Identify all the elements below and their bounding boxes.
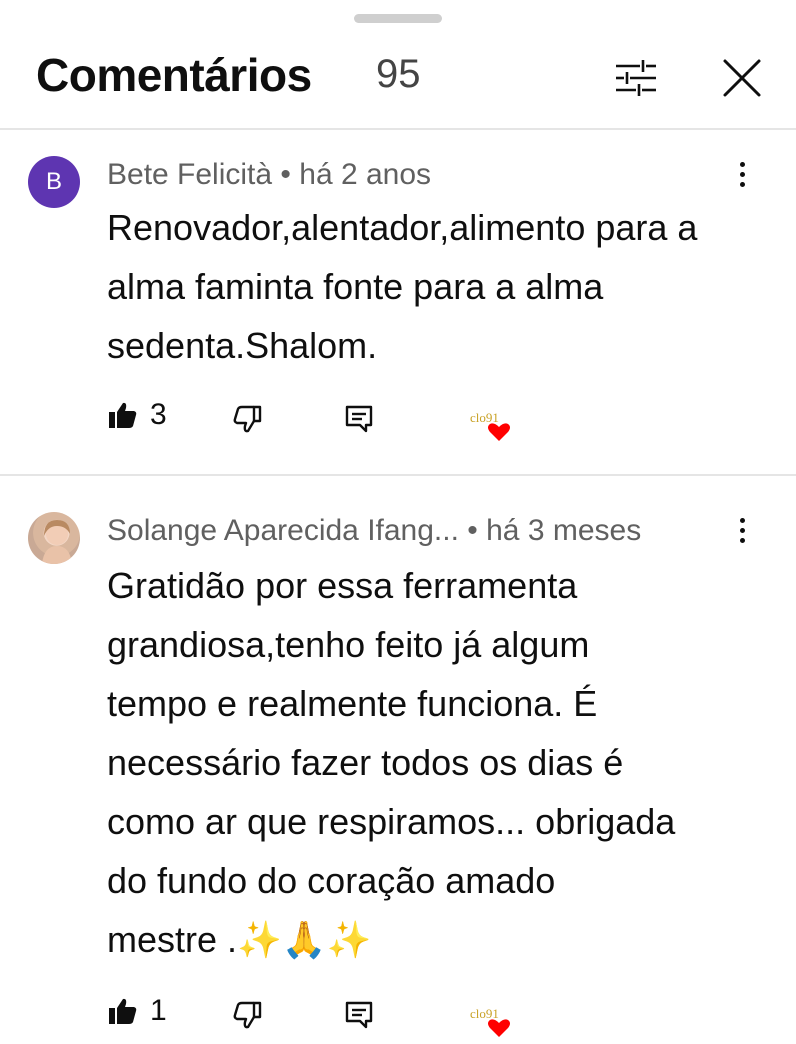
creator-heart-icon: clo91 xyxy=(470,1006,510,1037)
comment-line: Renovador,alentador,alimento para a xyxy=(107,207,698,248)
more-dot-icon xyxy=(739,171,745,177)
avatar[interactable] xyxy=(28,512,80,564)
comment-line: mestre .✨🙏✨ xyxy=(107,919,372,960)
close-button[interactable] xyxy=(714,50,770,106)
dislike-button[interactable] xyxy=(232,1000,262,1030)
comment-line: grandiosa,tenho feito já algum xyxy=(107,624,590,665)
comment-line: sedenta.Shalom. xyxy=(107,325,378,366)
comment-actions: 3 clo91 xyxy=(0,398,796,448)
comment-line: tempo e realmente funciona. É xyxy=(107,683,598,724)
more-dot-icon xyxy=(739,161,745,167)
sliders-icon xyxy=(616,60,656,96)
comment-meta: Solange Aparecida Ifang... • há 3 meses xyxy=(107,514,641,548)
header-divider xyxy=(0,128,796,130)
like-count: 3 xyxy=(150,398,167,431)
comment-line: necessário fazer todos os dias é xyxy=(107,742,624,783)
more-dot-icon xyxy=(739,537,745,543)
comment-meta: Bete Felicità • há 2 anos xyxy=(107,158,431,192)
comment-actions: 1 clo91 xyxy=(0,994,796,1044)
creator-heart-badge: clo91 xyxy=(468,1000,516,1040)
thumbs-down-icon xyxy=(233,405,262,433)
like-button[interactable]: 1 xyxy=(108,994,167,1028)
comment-time: • há 3 meses xyxy=(467,514,642,547)
comment-text: Renovador,alentador,alimento para a alma… xyxy=(107,198,767,375)
thumbs-up-icon xyxy=(109,402,137,428)
comments-sheet: Comentários 95 B Bete Felicità • há 2 an… xyxy=(0,0,796,1044)
more-dot-icon xyxy=(739,181,745,187)
creator-badge-text: clo91 xyxy=(470,410,499,425)
reply-button[interactable] xyxy=(344,1000,374,1030)
like-count: 1 xyxy=(150,994,167,1027)
creator-heart-icon: clo91 xyxy=(470,410,510,441)
creator-heart-badge: clo91 xyxy=(468,404,516,444)
avatar[interactable]: B xyxy=(28,156,80,208)
creator-badge-text: clo91 xyxy=(470,1006,499,1021)
comment-text: Gratidão por essa ferramenta grandiosa,t… xyxy=(107,556,767,969)
comment-time: • há 2 anos xyxy=(280,158,432,191)
more-dot-icon xyxy=(739,517,745,523)
comments-header: Comentários 95 xyxy=(0,40,796,120)
thumbs-down-icon xyxy=(233,1001,262,1029)
comment-author[interactable]: Solange Aparecida Ifang... xyxy=(107,514,459,547)
comment-line: como ar que respiramos... obrigada xyxy=(107,801,676,842)
reply-button[interactable] xyxy=(344,404,374,434)
more-options-button[interactable] xyxy=(724,508,760,552)
comments-count: 95 xyxy=(376,52,421,96)
dislike-button[interactable] xyxy=(232,404,262,434)
comment-line: do fundo do coração amado xyxy=(107,860,556,901)
profile-photo-icon xyxy=(42,520,72,564)
more-options-button[interactable] xyxy=(724,152,760,196)
comment-divider xyxy=(0,474,796,476)
reply-comment-icon xyxy=(345,1001,373,1029)
comment-author[interactable]: Bete Felicità xyxy=(107,158,272,191)
more-dot-icon xyxy=(739,527,745,533)
reply-comment-icon xyxy=(345,405,373,433)
avatar-letter: B xyxy=(45,168,62,195)
comment-line: alma faminta fonte para a alma xyxy=(107,266,604,307)
comments-title: Comentários xyxy=(36,49,312,101)
like-button[interactable]: 3 xyxy=(108,398,167,432)
sort-filter-button[interactable] xyxy=(608,50,664,106)
thumbs-up-icon xyxy=(109,998,137,1024)
close-icon xyxy=(723,59,761,97)
comment-line: Gratidão por essa ferramenta xyxy=(107,565,578,606)
drag-handle[interactable] xyxy=(354,14,442,23)
